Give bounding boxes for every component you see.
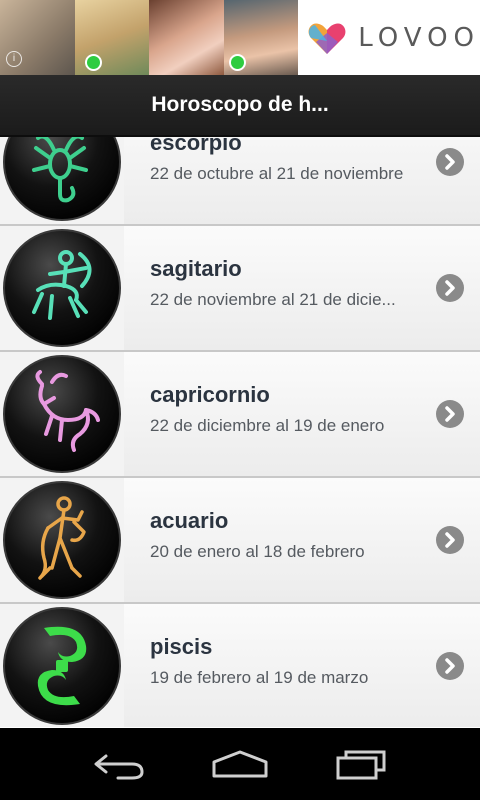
sign-name: sagitario bbox=[150, 256, 242, 281]
list-item[interactable]: capricornio 22 de diciembre al 19 de ene… bbox=[0, 352, 480, 478]
ad-photo-4 bbox=[223, 0, 299, 75]
sign-dates: 20 de enero al 18 de febrero bbox=[150, 542, 365, 561]
ad-brand-text: LOVOO bbox=[358, 22, 480, 53]
sign-thumbnail bbox=[0, 226, 124, 350]
sign-thumbnail bbox=[0, 352, 124, 476]
ad-brand[interactable]: LOVOO bbox=[298, 0, 480, 75]
sign-thumbnail bbox=[0, 604, 124, 727]
list-item[interactable]: escorpio 22 de octubre al 21 de noviembr… bbox=[0, 137, 480, 226]
sign-name: acuario bbox=[150, 508, 229, 533]
chevron-right-icon[interactable] bbox=[436, 274, 464, 302]
sign-dates: 22 de noviembre al 21 de dicie... bbox=[150, 290, 396, 309]
sign-dates: 19 de febrero al 19 de marzo bbox=[150, 668, 369, 687]
sign-name: capricornio bbox=[150, 382, 270, 407]
sign-dates: 22 de octubre al 21 de noviembre bbox=[150, 164, 404, 183]
chevron-right-icon[interactable] bbox=[436, 652, 464, 680]
back-icon[interactable] bbox=[92, 746, 148, 782]
sign-thumbnail bbox=[0, 478, 124, 602]
ad-photo-2 bbox=[74, 0, 150, 75]
ad-photo-1: i bbox=[0, 0, 75, 75]
ad-photo-3 bbox=[149, 0, 224, 75]
sign-name: escorpio bbox=[150, 137, 242, 155]
chevron-right-icon[interactable] bbox=[436, 526, 464, 554]
scorpio-icon bbox=[3, 137, 121, 221]
online-status-icon bbox=[84, 54, 102, 71]
recents-icon[interactable] bbox=[334, 746, 390, 782]
online-status-icon bbox=[228, 54, 246, 71]
info-icon[interactable]: i bbox=[6, 51, 22, 67]
ad-banner[interactable]: i LOVOO bbox=[0, 0, 480, 75]
list-item[interactable]: acuario 20 de enero al 18 de febrero bbox=[0, 478, 480, 604]
heart-logo-icon bbox=[308, 22, 346, 54]
sign-dates: 22 de diciembre al 19 de enero bbox=[150, 416, 385, 435]
home-icon[interactable] bbox=[210, 746, 270, 782]
chevron-right-icon[interactable] bbox=[436, 148, 464, 176]
capricorn-icon bbox=[3, 355, 121, 473]
aquarius-icon bbox=[3, 481, 121, 599]
page-title: Horoscopo de h... bbox=[151, 93, 329, 116]
sagittarius-icon bbox=[3, 229, 121, 347]
pisces-icon bbox=[3, 607, 121, 725]
sign-thumbnail bbox=[0, 137, 124, 224]
list-item[interactable]: sagitario 22 de noviembre al 21 de dicie… bbox=[0, 226, 480, 352]
system-nav-bar bbox=[0, 728, 480, 800]
title-bar: Horoscopo de h... bbox=[0, 75, 480, 137]
sign-name: piscis bbox=[150, 634, 213, 659]
list-item[interactable]: piscis 19 de febrero al 19 de marzo bbox=[0, 604, 480, 727]
horoscope-list[interactable]: escorpio 22 de octubre al 21 de noviembr… bbox=[0, 137, 480, 727]
chevron-right-icon[interactable] bbox=[436, 400, 464, 428]
